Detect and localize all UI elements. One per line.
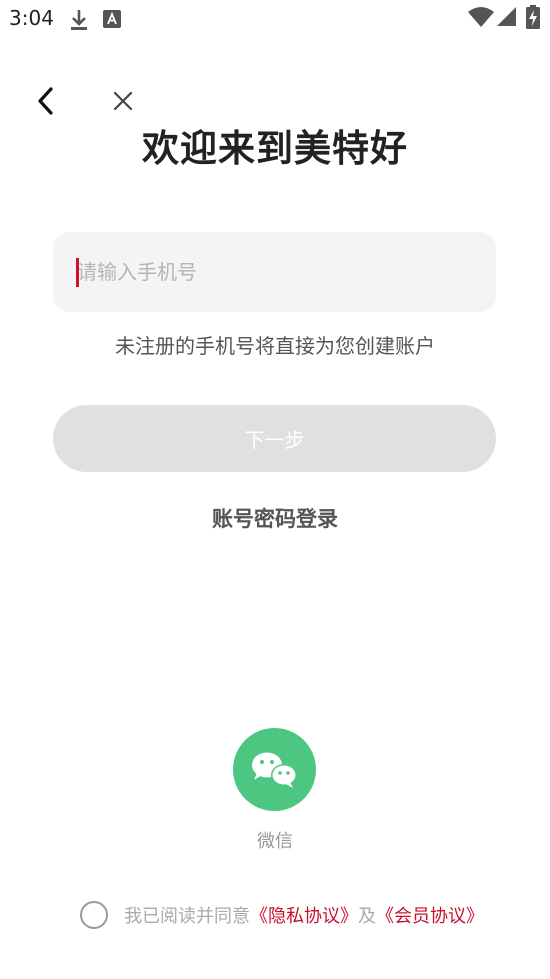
member-agreement-link[interactable]: 《会员协议》 xyxy=(376,906,484,927)
password-login-link[interactable]: 账号密码登录 xyxy=(0,503,550,533)
wifi-icon xyxy=(467,6,495,32)
agreement-conjunction: 及 xyxy=(358,906,376,927)
register-hint: 未注册的手机号将直接为您创建账户 xyxy=(115,334,435,358)
wechat-icon xyxy=(252,752,297,788)
text-cursor xyxy=(76,258,79,287)
agreement-text: 我已阅读并同意《隐私协议》及《会员协议》 xyxy=(124,902,484,928)
phone-input[interactable] xyxy=(77,252,467,292)
next-step-label: 下一步 xyxy=(244,428,305,452)
phone-input-container[interactable] xyxy=(53,232,496,312)
wechat-label: 微信 xyxy=(257,831,293,852)
back-button[interactable] xyxy=(30,84,64,118)
next-step-button[interactable]: 下一步 xyxy=(53,405,496,472)
status-bar: 3:04 xyxy=(0,0,550,38)
status-time: 3:04 xyxy=(9,6,54,30)
download-icon xyxy=(68,8,90,36)
agreement-checkbox[interactable] xyxy=(80,901,108,929)
chevron-left-icon xyxy=(38,87,53,115)
wechat-login-button[interactable] xyxy=(233,728,316,811)
privacy-policy-link[interactable]: 《隐私协议》 xyxy=(250,906,358,927)
a-badge-icon xyxy=(103,10,121,32)
page-title: 欢迎来到美特好 xyxy=(142,127,408,170)
agreement-row: 我已阅读并同意《隐私协议》及《会员协议》 xyxy=(80,899,484,931)
close-button[interactable] xyxy=(108,86,138,116)
close-icon xyxy=(113,91,133,111)
signal-icon xyxy=(497,7,517,31)
agreement-prefix: 我已阅读并同意 xyxy=(124,906,250,927)
battery-charging-icon xyxy=(526,5,540,33)
